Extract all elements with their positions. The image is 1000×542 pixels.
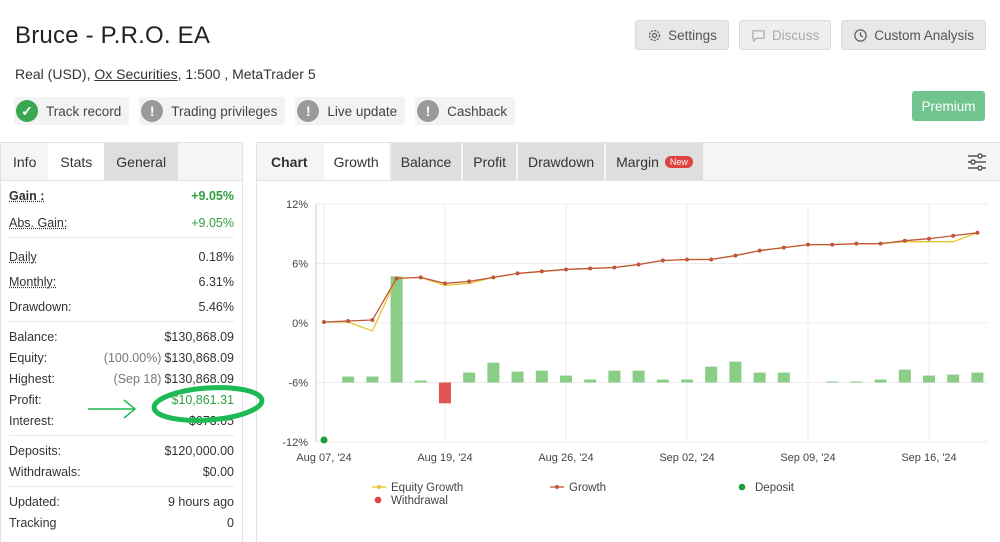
deposit-point xyxy=(320,436,328,444)
y-tick-label: -6% xyxy=(288,378,308,390)
growth-point xyxy=(539,269,544,274)
profit-bar xyxy=(826,381,839,383)
growth-point xyxy=(346,319,351,324)
growth-point xyxy=(685,257,689,262)
y-tick-label: -12% xyxy=(282,437,308,449)
profit-bar xyxy=(632,370,645,383)
profit-bar xyxy=(777,372,790,383)
growth-point xyxy=(927,236,931,241)
profit-bar xyxy=(729,361,742,383)
growth-point xyxy=(588,266,593,271)
growth-point xyxy=(515,271,520,276)
growth-point xyxy=(951,233,956,238)
legend-label: Deposit xyxy=(755,482,795,494)
profit-bar xyxy=(850,381,863,383)
withdrawal-bar xyxy=(439,382,451,404)
x-tick-label: Sep 16, '24 xyxy=(901,452,956,464)
growth-point xyxy=(975,230,980,235)
growth-point xyxy=(709,257,714,262)
profit-bar xyxy=(366,376,379,383)
growth-point xyxy=(467,279,472,284)
growth-point xyxy=(806,242,810,247)
profit-bar xyxy=(874,379,887,383)
profit-bar xyxy=(947,374,960,383)
profit-bar xyxy=(584,379,597,383)
profit-bar xyxy=(487,362,500,383)
legend-label: Growth xyxy=(569,482,606,494)
profit-bar xyxy=(681,379,693,383)
profit-bar xyxy=(535,370,548,383)
profit-bar xyxy=(390,276,403,383)
growth-point xyxy=(781,245,786,250)
growth-point xyxy=(660,258,665,263)
growth-point xyxy=(370,318,375,323)
profit-bar xyxy=(414,380,427,383)
growth-point xyxy=(757,248,762,253)
growth-point xyxy=(733,253,738,258)
profit-bar xyxy=(511,371,524,383)
growth-point xyxy=(443,281,447,286)
growth-point xyxy=(830,242,835,247)
growth-point xyxy=(564,267,568,272)
growth-chart[interactable]: 12% 6% 0% -6% -12% Aug 07, '24 Aug 19, '24 Aug … xyxy=(0,0,1000,542)
profit-bar xyxy=(463,372,476,383)
profit-bar xyxy=(705,366,718,383)
growth-point xyxy=(636,262,641,267)
profit-bar xyxy=(342,376,355,383)
profit-bar xyxy=(898,369,911,383)
growth-point xyxy=(322,320,326,325)
x-tick-label: Aug 07, '24 xyxy=(296,452,351,464)
y-tick-label: 12% xyxy=(286,199,308,211)
legend-swatch xyxy=(738,483,746,491)
growth-point xyxy=(612,265,617,270)
growth-point xyxy=(491,275,496,280)
x-tick-label: Aug 26, '24 xyxy=(538,452,593,464)
x-tick-label: Aug 19, '24 xyxy=(417,452,472,464)
y-tick-label: 6% xyxy=(292,259,308,271)
growth-point xyxy=(394,276,399,281)
profit-bar xyxy=(656,379,669,383)
growth-point xyxy=(902,238,907,243)
legend-label: Equity Growth xyxy=(391,482,463,494)
legend-swatch-point xyxy=(555,485,559,489)
legend-swatch-point xyxy=(377,485,381,489)
growth-point xyxy=(854,241,859,246)
x-tick-label: Sep 09, '24 xyxy=(780,452,835,464)
profit-bar xyxy=(753,372,766,383)
growth-point xyxy=(418,275,423,280)
growth-point xyxy=(878,241,883,246)
equity-growth-line xyxy=(324,232,978,332)
profit-bar xyxy=(923,375,935,383)
y-tick-label: 0% xyxy=(292,318,308,330)
legend-swatch xyxy=(374,496,382,504)
profit-bar xyxy=(560,375,572,383)
legend-label: Withdrawal xyxy=(391,495,448,507)
x-tick-label: Sep 02, '24 xyxy=(659,452,714,464)
profit-bar xyxy=(971,372,984,383)
profit-bar xyxy=(608,370,621,383)
